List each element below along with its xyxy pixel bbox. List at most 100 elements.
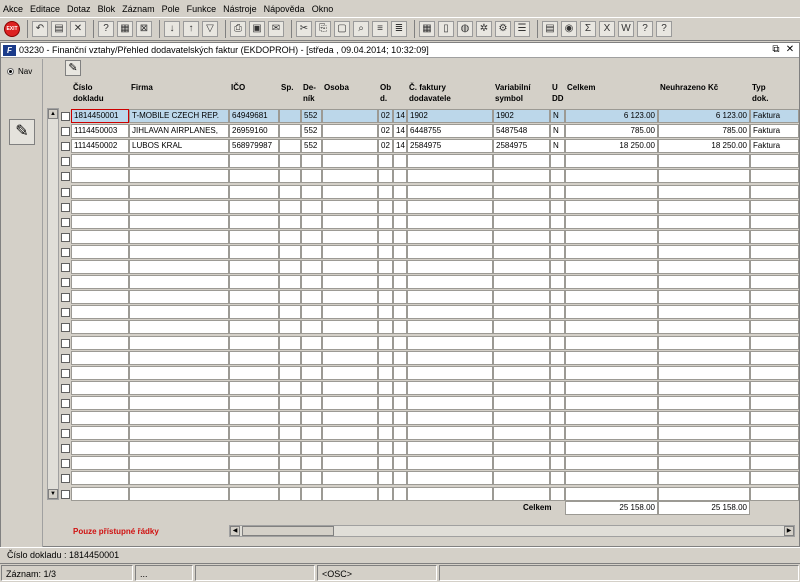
table-cell-ob1[interactable]	[378, 426, 393, 441]
row-checkbox[interactable]	[61, 323, 70, 333]
table-cell-firma[interactable]	[129, 395, 229, 410]
table-cell-firma[interactable]	[129, 411, 229, 425]
menu-item[interactable]: Dotaz	[67, 4, 91, 14]
table-cell-ico[interactable]	[229, 260, 279, 274]
table-cell-denik[interactable]	[301, 320, 322, 335]
table-cell-vs[interactable]	[493, 456, 550, 471]
table-cell-cislo[interactable]	[71, 229, 129, 244]
table-cell-ico[interactable]	[229, 456, 279, 471]
table-cell-typ[interactable]	[750, 486, 799, 501]
table-cell-cfak[interactable]	[407, 154, 493, 169]
table-cell-sp[interactable]	[279, 290, 301, 305]
row-checkbox[interactable]	[61, 172, 70, 182]
table-cell-udd[interactable]	[550, 169, 565, 184]
vertical-scrollbar[interactable]: ▲ ▼	[47, 108, 59, 500]
table-cell-udd[interactable]	[550, 320, 565, 335]
row-checkbox[interactable]	[61, 247, 70, 257]
save-icon[interactable]: ▤	[51, 21, 67, 37]
table-cell-celkem[interactable]	[565, 456, 658, 471]
table-cell-ico[interactable]	[229, 350, 279, 365]
table-cell-udd[interactable]	[550, 350, 565, 365]
table-cell-vs[interactable]	[493, 199, 550, 214]
table-cell-neuhr[interactable]	[658, 486, 750, 501]
table-cell-cislo[interactable]	[71, 456, 129, 471]
table-cell-celkem[interactable]	[565, 199, 658, 214]
table-cell-neuhr[interactable]: 785.00	[658, 124, 750, 139]
table-cell-celkem[interactable]	[565, 380, 658, 395]
table-cell-ico[interactable]	[229, 365, 279, 380]
column-header-neuhr[interactable]: Neuhrazeno Kč	[660, 82, 718, 93]
table-cell-celkem[interactable]	[565, 426, 658, 441]
table-cell-osoba[interactable]	[322, 214, 378, 229]
table-cell-cfak[interactable]	[407, 456, 493, 471]
table-cell-cislo[interactable]	[71, 335, 129, 350]
row-checkbox[interactable]	[61, 338, 70, 348]
table-cell-neuhr[interactable]	[658, 305, 750, 320]
table-cell-typ[interactable]	[750, 456, 799, 471]
table-cell-sp[interactable]	[279, 350, 301, 365]
table-cell-vs[interactable]	[493, 260, 550, 274]
table-cell-firma[interactable]	[129, 290, 229, 305]
table-cell-celkem[interactable]	[565, 244, 658, 259]
table-cell-typ[interactable]	[750, 184, 799, 199]
table-cell-vs[interactable]: 2584975	[493, 139, 550, 154]
table-cell-sp[interactable]	[279, 305, 301, 320]
table-cell-ob2[interactable]	[393, 214, 407, 229]
table-cell-udd[interactable]	[550, 199, 565, 214]
row-checkbox[interactable]	[61, 368, 70, 378]
table-cell-typ[interactable]: Faktura	[750, 139, 799, 154]
table-cell-udd[interactable]	[550, 456, 565, 471]
row-checkbox[interactable]	[61, 187, 70, 197]
table-cell-udd[interactable]	[550, 275, 565, 290]
table-cell-typ[interactable]	[750, 335, 799, 350]
table-cell-cislo[interactable]	[71, 486, 129, 501]
table-cell-osoba[interactable]	[322, 335, 378, 350]
table-cell-denik[interactable]	[301, 380, 322, 395]
table-cell-vs[interactable]	[493, 380, 550, 395]
table-cell-cfak[interactable]	[407, 199, 493, 214]
row-checkbox[interactable]	[61, 142, 70, 152]
table-cell-osoba[interactable]	[322, 290, 378, 305]
paste-icon[interactable]: ▢	[334, 21, 350, 37]
table-cell-typ[interactable]	[750, 169, 799, 184]
table-cell-osoba[interactable]	[322, 486, 378, 501]
table-cell-cfak[interactable]	[407, 184, 493, 199]
column-header-firma[interactable]: Firma	[131, 82, 153, 93]
table-cell-udd[interactable]	[550, 395, 565, 410]
table-cell-vs[interactable]	[493, 229, 550, 244]
menu-item[interactable]: Nástroje	[223, 4, 257, 14]
table-cell-osoba[interactable]	[322, 199, 378, 214]
column-header-cfak[interactable]: Č. faktury dodavatele	[409, 82, 451, 104]
row-checkbox[interactable]	[61, 278, 70, 288]
table-cell-cislo[interactable]	[71, 426, 129, 441]
table-cell-typ[interactable]	[750, 244, 799, 259]
table-cell-cfak[interactable]	[407, 290, 493, 305]
row-checkbox[interactable]	[61, 459, 70, 469]
column-header-vs[interactable]: Variabilní symbol	[495, 82, 531, 104]
table-cell-ico[interactable]	[229, 411, 279, 425]
table-cell-typ[interactable]	[750, 260, 799, 274]
table-cell-ico[interactable]	[229, 441, 279, 456]
table-cell-denik[interactable]	[301, 471, 322, 486]
table-cell-udd[interactable]	[550, 184, 565, 199]
menu-item[interactable]: Okno	[312, 4, 334, 14]
table-cell-firma[interactable]	[129, 154, 229, 169]
menu-item[interactable]: Pole	[162, 4, 180, 14]
table-cell-celkem[interactable]	[565, 214, 658, 229]
table-cell-sp[interactable]	[279, 214, 301, 229]
table-cell-sp[interactable]	[279, 320, 301, 335]
row-checkbox[interactable]	[61, 414, 70, 423]
table-cell-osoba[interactable]	[322, 275, 378, 290]
table-cell-osoba[interactable]	[322, 350, 378, 365]
table-cell-typ[interactable]: Faktura	[750, 124, 799, 139]
table-cell-firma[interactable]	[129, 335, 229, 350]
table-cell-firma[interactable]	[129, 441, 229, 456]
table-cell-firma[interactable]	[129, 365, 229, 380]
table-cell-udd[interactable]	[550, 471, 565, 486]
table-cell-cislo[interactable]: 1114450003	[71, 124, 129, 139]
close-icon[interactable]: ✕	[784, 44, 796, 56]
table-cell-ico[interactable]	[229, 471, 279, 486]
table-cell-ob2[interactable]	[393, 320, 407, 335]
table-cell-denik[interactable]	[301, 335, 322, 350]
table-cell-firma[interactable]	[129, 184, 229, 199]
